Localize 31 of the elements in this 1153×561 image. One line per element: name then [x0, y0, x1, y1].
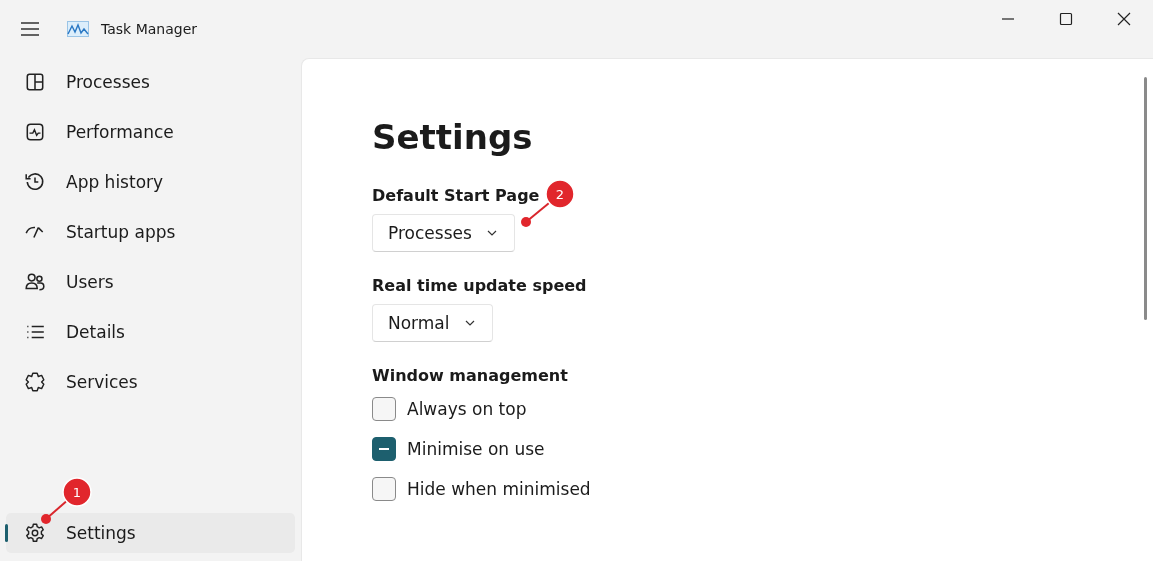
sidebar-item[interactable]: Users — [6, 262, 295, 302]
sidebar-item[interactable]: Details — [6, 312, 295, 352]
checkbox-label: Always on top — [407, 399, 527, 419]
chart-icon — [67, 21, 89, 37]
field-label: Default Start Page — [372, 186, 540, 205]
pulse-icon — [24, 121, 46, 143]
sidebar-item[interactable]: Processes — [6, 62, 295, 102]
section-heading: Window management — [372, 366, 568, 385]
dropdown[interactable]: Normal — [372, 304, 493, 342]
page-title: Settings — [372, 117, 533, 157]
field-label: Real time update speed — [372, 276, 587, 295]
selection-indicator — [5, 524, 8, 542]
sidebar-item[interactable]: App history — [6, 162, 295, 202]
checkbox[interactable] — [372, 477, 396, 501]
window-title: Task Manager — [101, 21, 198, 37]
close-icon — [1117, 12, 1131, 26]
sidebar-item[interactable]: Services — [6, 362, 295, 402]
sidebar-item[interactable]: Performance — [6, 112, 295, 152]
scrollbar[interactable] — [1144, 77, 1147, 320]
settings-icon — [24, 522, 46, 544]
checkbox-label: Hide when minimised — [407, 479, 591, 499]
maximize-icon — [1059, 12, 1073, 26]
processes-icon — [24, 71, 46, 93]
checkbox-label: Minimise on use — [407, 439, 545, 459]
history-icon — [24, 171, 46, 193]
sidebar-item[interactable]: Settings — [6, 513, 295, 553]
users-icon — [24, 271, 46, 293]
checkbox[interactable] — [372, 397, 396, 421]
sidebar-item[interactable]: Startup apps — [6, 212, 295, 252]
checkbox[interactable] — [372, 437, 396, 461]
dropdown[interactable]: Processes — [372, 214, 515, 252]
